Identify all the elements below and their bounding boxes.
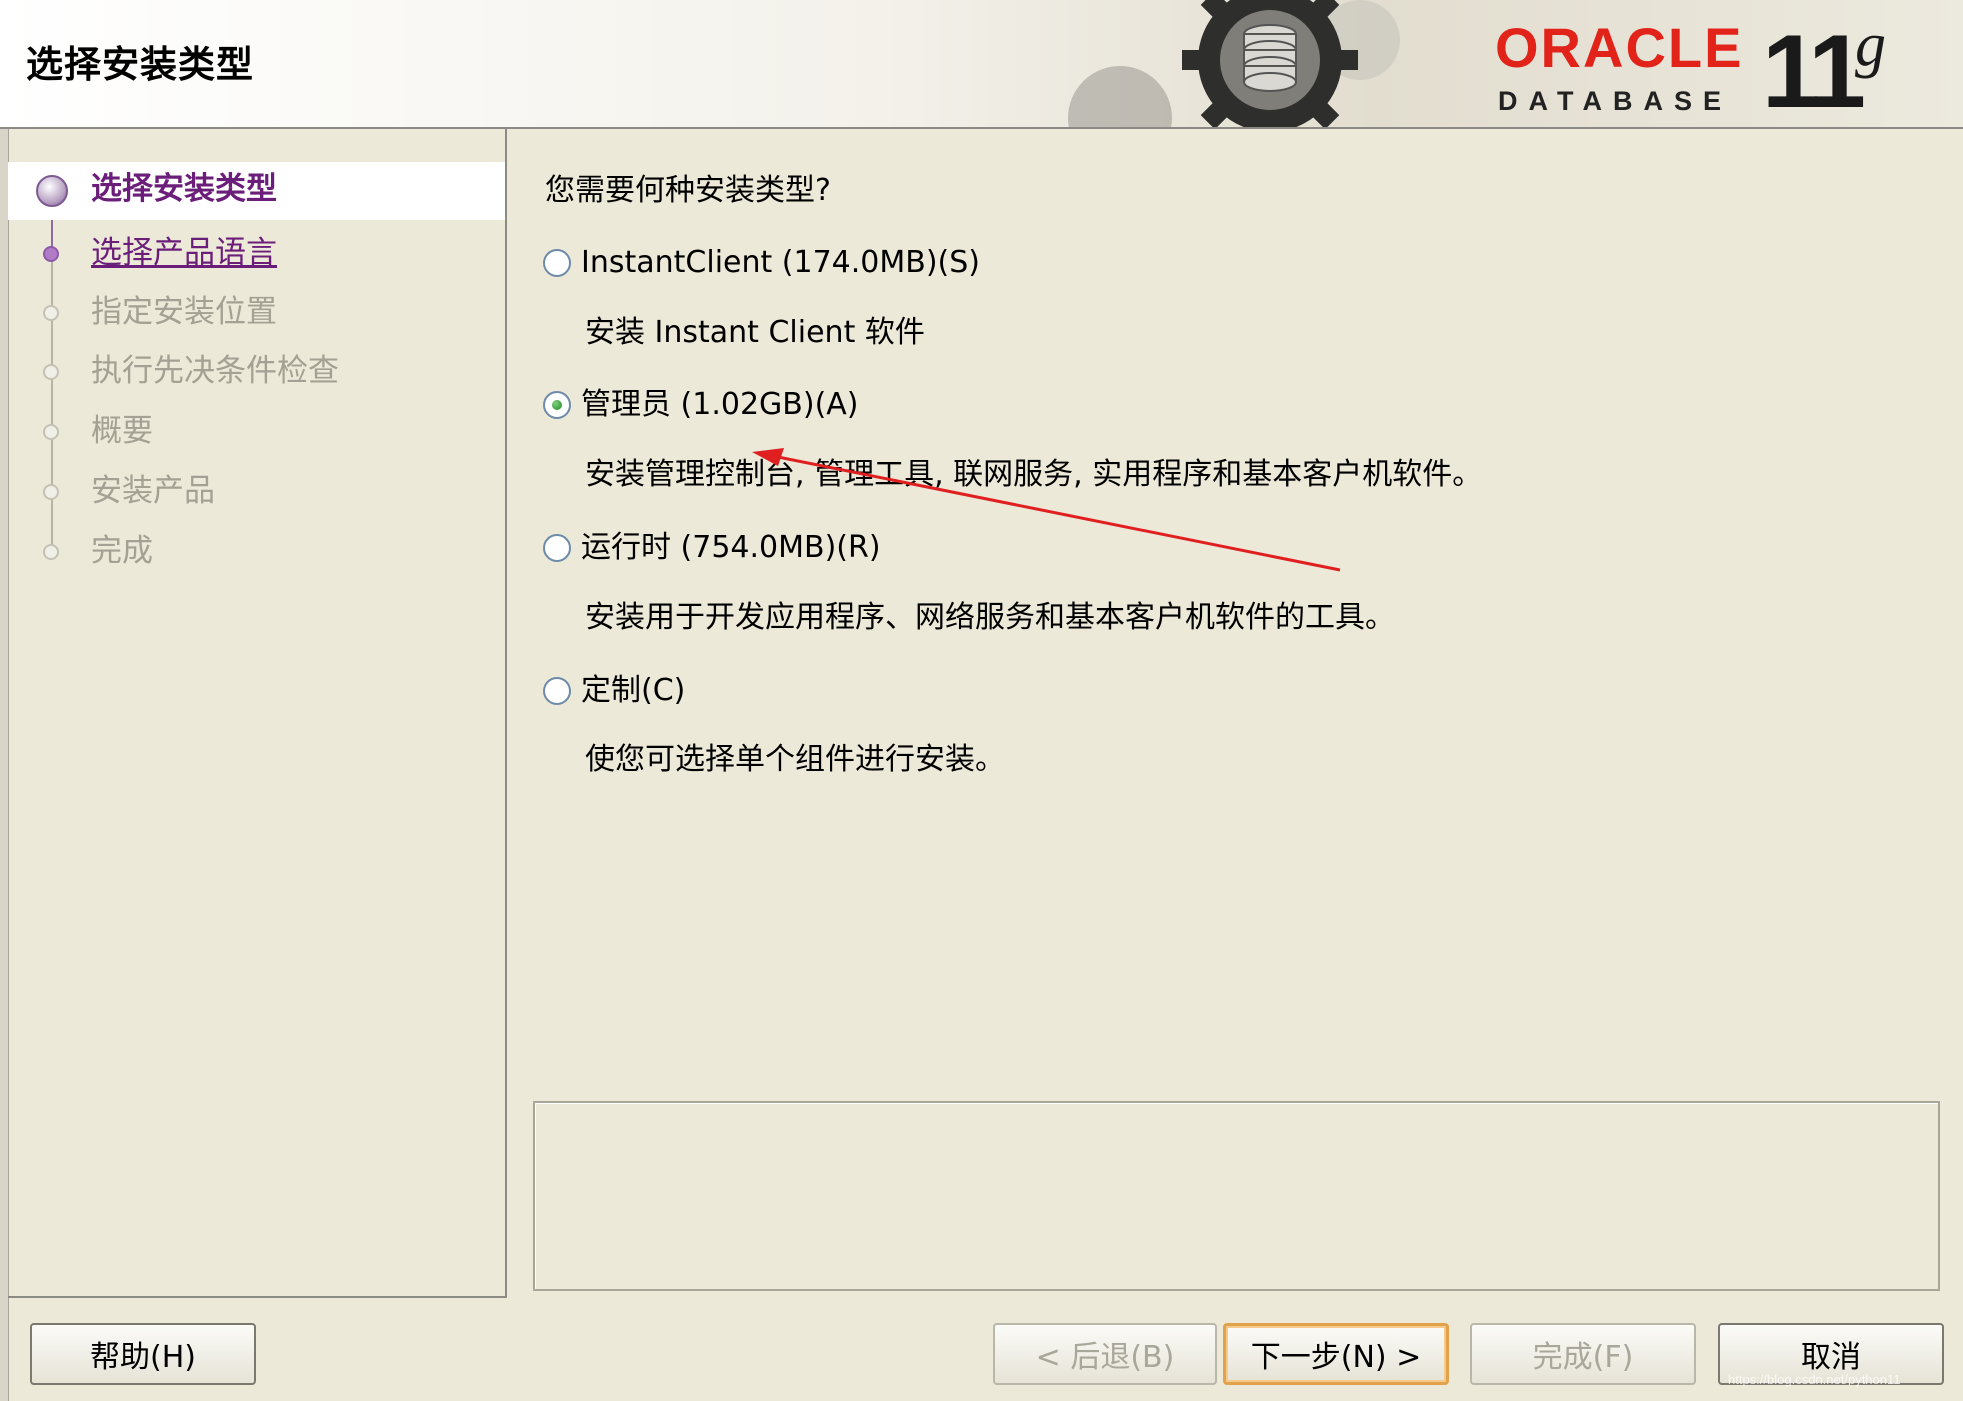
- option-custom[interactable]: 定制(C): [543, 671, 685, 711]
- option-instant-client[interactable]: InstantClient (174.0MB)(S): [543, 243, 980, 283]
- page-title: 选择安装类型: [26, 43, 254, 86]
- step-dot-icon: [43, 364, 59, 380]
- step-finish: 完成: [8, 525, 505, 583]
- option-label[interactable]: 定制(C): [581, 671, 685, 711]
- step-dot-icon: [43, 246, 59, 262]
- step-label: 执行先决条件检查: [91, 353, 339, 389]
- step-dot-icon: [43, 305, 59, 321]
- gears-graphic: [1068, 0, 1400, 127]
- steps-sidebar: 选择安装类型 选择产品语言 指定安装位置 执行先决条件检查 概要 安装产品 完成: [8, 129, 507, 1298]
- step-prerequisite-checks: 执行先决条件检查: [8, 345, 505, 403]
- current-step-icon: [36, 175, 68, 207]
- step-label: 概要: [91, 413, 153, 449]
- option-label[interactable]: 管理员 (1.02GB)(A): [581, 385, 859, 425]
- step-select-product-language[interactable]: 选择产品语言: [8, 227, 505, 285]
- option-label[interactable]: InstantClient (174.0MB)(S): [581, 243, 980, 283]
- option-runtime[interactable]: 运行时 (754.0MB)(R): [543, 528, 881, 568]
- step-label: 安装产品: [91, 473, 215, 509]
- oracle-logo: ORACLE DATABASE: [1495, 20, 1745, 120]
- radio-instant-client[interactable]: [543, 249, 571, 277]
- next-button[interactable]: 下一步(N) >: [1223, 1323, 1449, 1385]
- step-dot-icon: [43, 424, 59, 440]
- step-label: 选择安装类型: [91, 171, 277, 207]
- option-description: 安装 Instant Client 软件: [585, 315, 925, 350]
- step-summary: 概要: [8, 405, 505, 463]
- watermark-text: https://blog.csdn.net/python11: [1728, 1372, 1901, 1387]
- step-select-install-type: 选择安装类型: [8, 162, 505, 220]
- step-label[interactable]: 选择产品语言: [91, 233, 277, 273]
- radio-runtime[interactable]: [543, 534, 571, 562]
- database-wordmark: DATABASE: [1498, 86, 1732, 116]
- header-banner: 选择安装类型 ORACLE DATABASE 11 g: [0, 0, 1963, 129]
- step-label: 指定安装位置: [91, 294, 277, 330]
- option-description: 安装用于开发应用程序、网络服务和基本客户机软件的工具。: [585, 600, 1395, 635]
- oracle-wordmark: ORACLE: [1495, 16, 1744, 79]
- step-dot-icon: [43, 484, 59, 500]
- radio-custom[interactable]: [543, 677, 571, 705]
- info-message-box: [533, 1101, 1940, 1291]
- install-type-question: 您需要何种安装类型?: [545, 173, 831, 208]
- back-button[interactable]: < 后退(B): [993, 1323, 1217, 1385]
- finish-button[interactable]: 完成(F): [1470, 1323, 1696, 1385]
- option-description: 安装管理控制台, 管理工具, 联网服务, 实用程序和基本客户机软件。: [585, 457, 1483, 492]
- option-administrator[interactable]: 管理员 (1.02GB)(A): [543, 385, 859, 425]
- help-button[interactable]: 帮助(H): [30, 1323, 256, 1385]
- step-install-product: 安装产品: [8, 465, 505, 523]
- option-label[interactable]: 运行时 (754.0MB)(R): [581, 528, 881, 568]
- version-suffix: g: [1855, 11, 1886, 79]
- main-content: 您需要何种安装类型? InstantClient (174.0MB)(S) 安装…: [507, 129, 1963, 1296]
- version-number: 11: [1762, 14, 1866, 130]
- option-description: 使您可选择单个组件进行安装。: [585, 742, 1005, 777]
- radio-administrator[interactable]: [543, 391, 571, 419]
- step-dot-icon: [43, 544, 59, 560]
- step-label: 完成: [91, 533, 153, 569]
- step-specify-install-location: 指定安装位置: [8, 285, 505, 343]
